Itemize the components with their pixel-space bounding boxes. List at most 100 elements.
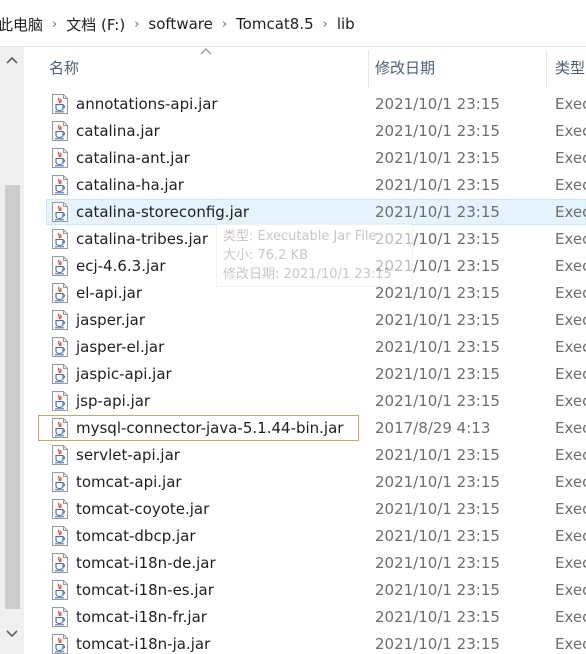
column-header-type[interactable]: 类型 xyxy=(555,57,585,78)
file-modified-date: 2021/10/1 23:15 xyxy=(375,446,500,464)
file-type: Exec xyxy=(555,203,586,221)
file-name: jasper.jar xyxy=(76,311,146,329)
file-row[interactable]: tomcat-i18n-fr.jar 2021/10/1 23:15 Exec xyxy=(24,604,586,631)
file-modified-date: 2017/8/29 4:13 xyxy=(375,419,491,437)
file-name: servlet-api.jar xyxy=(76,446,180,464)
file-modified-date: 2021/10/1 23:15 xyxy=(375,365,500,383)
java-jar-file-icon xyxy=(52,202,68,222)
java-jar-file-icon xyxy=(52,472,68,492)
java-jar-file-icon xyxy=(52,256,68,276)
java-jar-file-icon xyxy=(52,175,68,195)
java-jar-file-icon xyxy=(52,607,68,627)
file-list: annotations-api.jar2021/10/1 23:15Execca… xyxy=(24,91,586,654)
file-modified-date: 2021/10/1 23:15 xyxy=(375,635,500,653)
file-modified-date: 2021/10/1 23:15 xyxy=(375,392,500,410)
file-row[interactable]: catalina-ant.jar 2021/10/1 23:15 Exec xyxy=(24,145,586,172)
chevron-right-icon[interactable]: › xyxy=(222,17,227,32)
file-name: catalina.jar xyxy=(76,122,160,140)
column-divider[interactable] xyxy=(546,50,547,88)
address-bar[interactable]: 此电脑 › 文档 (F:) › software › Tomcat8.5 › lib xyxy=(0,0,586,47)
file-name: tomcat-coyote.jar xyxy=(76,500,210,518)
chevron-right-icon[interactable]: › xyxy=(52,17,57,32)
file-name: tomcat-dbcp.jar xyxy=(76,527,196,545)
file-name: jsp-api.jar xyxy=(76,392,151,410)
column-header-date[interactable]: 修改日期 xyxy=(375,57,435,78)
file-type: Exec xyxy=(555,419,586,437)
file-row[interactable]: tomcat-i18n-ja.jar 2021/10/1 23:15 Exec xyxy=(24,631,586,654)
file-modified-date: 2021/10/1 23:15 xyxy=(375,176,500,194)
file-type: Exec xyxy=(555,500,586,518)
column-divider[interactable] xyxy=(368,50,369,88)
file-name: catalina-tribes.jar xyxy=(76,230,209,248)
java-jar-file-icon xyxy=(52,553,68,573)
scroll-up-button[interactable] xyxy=(0,49,24,71)
java-jar-file-icon xyxy=(52,121,68,141)
file-modified-date: 2021/10/1 23:15 xyxy=(375,95,500,113)
file-type: Exec xyxy=(555,230,586,248)
file-row[interactable]: catalina.jar 2021/10/1 23:15 Exec xyxy=(24,118,586,145)
file-modified-date: 2021/10/1 23:15 xyxy=(375,338,500,356)
file-type: Exec xyxy=(555,257,586,275)
breadcrumb-item[interactable]: 文档 (F:) xyxy=(66,14,125,35)
file-row[interactable]: jasper-el.jar 2021/10/1 23:15 Exec xyxy=(24,334,586,361)
file-modified-date: 2021/10/1 23:15 xyxy=(375,500,500,518)
file-type: Exec xyxy=(555,527,586,545)
java-jar-file-icon xyxy=(52,337,68,357)
file-modified-date: 2021/10/1 23:15 xyxy=(375,554,500,572)
file-name: tomcat-api.jar xyxy=(76,473,182,491)
tooltip-date: 修改日期: 2021/10/1 23:15 xyxy=(223,267,392,282)
breadcrumb-item[interactable]: Tomcat8.5 xyxy=(236,15,314,33)
breadcrumb-item[interactable]: lib xyxy=(337,15,355,33)
chevron-right-icon[interactable]: › xyxy=(323,17,328,32)
breadcrumb-item[interactable]: 此电脑 xyxy=(0,14,43,35)
file-name: catalina-ant.jar xyxy=(76,149,190,167)
file-row[interactable]: jaspic-api.jar 2021/10/1 23:15 Exec xyxy=(24,361,586,388)
java-jar-file-icon xyxy=(52,418,68,438)
java-jar-file-icon xyxy=(52,499,68,519)
breadcrumb-item[interactable]: software xyxy=(148,15,212,33)
scroll-down-button[interactable] xyxy=(0,623,24,645)
file-type: Exec xyxy=(555,554,586,572)
vertical-scrollbar[interactable] xyxy=(0,47,24,654)
file-row[interactable]: mysql-connector-java-5.1.44-bin.jar 2017/… xyxy=(24,415,586,442)
file-type: Exec xyxy=(555,176,586,194)
file-row[interactable]: tomcat-coyote.jar 2021/10/1 23:15 Exec xyxy=(24,496,586,523)
file-modified-date: 2021/10/1 23:15 xyxy=(375,608,500,626)
file-name: el-api.jar xyxy=(76,284,142,302)
file-row[interactable]: annotations-api.jar 2021/10/1 23:15 Exec xyxy=(24,91,586,118)
file-name: catalina-storeconfig.jar xyxy=(76,203,250,221)
file-type: Exec xyxy=(555,149,586,167)
sort-ascending-icon xyxy=(200,48,212,55)
file-name: tomcat-i18n-ja.jar xyxy=(76,635,211,653)
file-row[interactable]: jsp-api.jar 2021/10/1 23:15 Exec xyxy=(24,388,586,415)
file-row[interactable]: catalina-storeconfig.jar 2021/10/1 23:15 E… xyxy=(24,199,586,226)
file-row[interactable]: servlet-api.jar 2021/10/1 23:15 Exec xyxy=(24,442,586,469)
file-name: catalina-ha.jar xyxy=(76,176,184,194)
file-type: Exec xyxy=(555,122,586,140)
chevron-down-icon xyxy=(6,630,18,638)
file-row[interactable]: tomcat-dbcp.jar 2021/10/1 23:15 Exec xyxy=(24,523,586,550)
java-jar-file-icon xyxy=(52,391,68,411)
file-modified-date: 2021/10/1 23:15 xyxy=(375,122,500,140)
file-type: Exec xyxy=(555,635,586,653)
file-row[interactable]: catalina-ha.jar 2021/10/1 23:15 Exec xyxy=(24,172,586,199)
java-jar-file-icon xyxy=(52,580,68,600)
java-jar-file-icon xyxy=(52,445,68,465)
file-name: annotations-api.jar xyxy=(76,95,218,113)
file-row[interactable]: tomcat-i18n-de.jar 2021/10/1 23:15 Exec xyxy=(24,550,586,577)
file-modified-date: 2021/10/1 23:15 xyxy=(375,203,500,221)
file-name: mysql-connector-java-5.1.44-bin.jar xyxy=(76,419,344,437)
file-type: Exec xyxy=(555,392,586,410)
file-row[interactable]: jasper.jar 2021/10/1 23:15 Exec xyxy=(24,307,586,334)
file-row[interactable]: tomcat-i18n-es.jar 2021/10/1 23:15 Exec xyxy=(24,577,586,604)
chevron-right-icon[interactable]: › xyxy=(134,17,139,32)
file-type: Exec xyxy=(555,338,586,356)
tooltip-size: 大小: 76.2 KB xyxy=(223,248,309,263)
file-modified-date: 2021/10/1 23:15 xyxy=(375,311,500,329)
file-name: tomcat-i18n-es.jar xyxy=(76,581,214,599)
file-modified-date: 2021/10/1 23:15 xyxy=(375,527,500,545)
file-row[interactable]: tomcat-api.jar 2021/10/1 23:15 Exec xyxy=(24,469,586,496)
column-header-name[interactable]: 名称 xyxy=(49,57,79,78)
file-tooltip: 类型: Executable Jar File 大小: 76.2 KB 修改日期… xyxy=(216,223,413,287)
scrollbar-thumb[interactable] xyxy=(5,185,20,609)
